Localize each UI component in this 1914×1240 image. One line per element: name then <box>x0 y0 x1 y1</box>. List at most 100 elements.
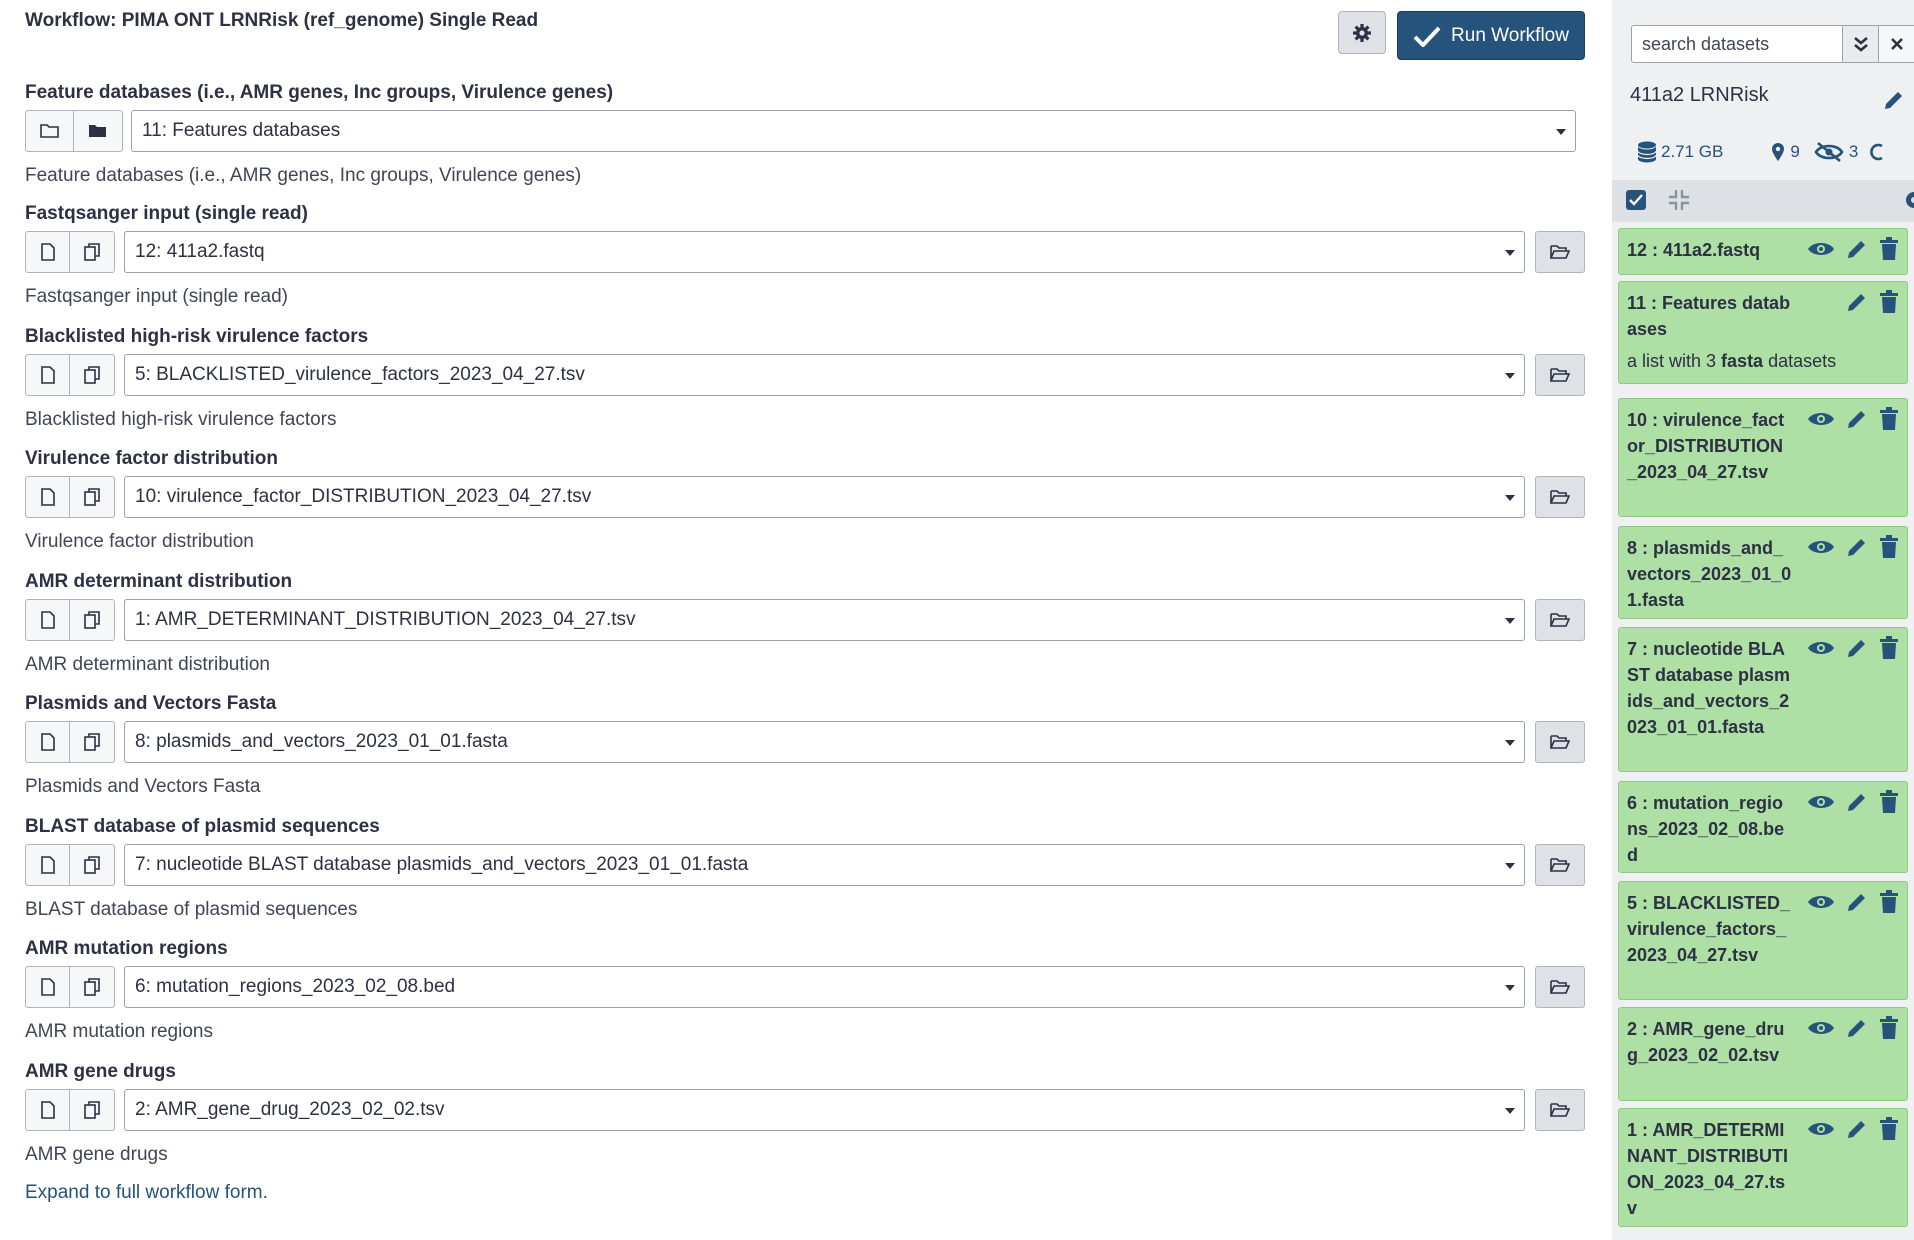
delete-dataset-button[interactable] <box>1879 1117 1899 1146</box>
dataset-select[interactable]: 5: BLACKLISTED_virulence_factors_2023_04… <box>124 354 1525 396</box>
multiple-datasets-button[interactable] <box>70 354 115 396</box>
single-dataset-button[interactable] <box>25 966 70 1008</box>
dataset-item[interactable]: 12 : 411a2.fastq <box>1618 228 1908 275</box>
workflow-input-mutation-regions: AMR mutation regions 6: mutation_regions… <box>0 937 1610 1060</box>
display-dataset-button[interactable] <box>1807 538 1835 561</box>
edit-dataset-button[interactable] <box>1845 1117 1869 1146</box>
folder-icon <box>89 125 106 137</box>
delete-dataset-button[interactable] <box>1879 1016 1899 1045</box>
edit-dataset-button[interactable] <box>1845 535 1869 564</box>
multiple-datasets-button[interactable] <box>70 231 115 273</box>
advanced-search-button[interactable] <box>1843 25 1879 63</box>
multiple-datasets-button[interactable] <box>70 966 115 1008</box>
browse-datasets-button[interactable] <box>1535 354 1585 396</box>
hidden-count[interactable]: 3 <box>1849 142 1858 162</box>
browse-datasets-button[interactable] <box>1535 844 1585 886</box>
dataset-title[interactable]: 1 : AMR_DETERMINANT_DISTRIBUTION_2023_04… <box>1627 1117 1792 1221</box>
edit-dataset-button[interactable] <box>1845 237 1869 266</box>
delete-dataset-button[interactable] <box>1879 237 1899 266</box>
display-dataset-button[interactable] <box>1807 240 1835 263</box>
delete-dataset-button[interactable] <box>1879 535 1899 564</box>
shown-count[interactable]: 9 <box>1790 142 1799 162</box>
single-dataset-button[interactable] <box>25 476 70 518</box>
dataset-item[interactable]: 5 : BLACKLISTED_virulence_factors_2023_0… <box>1618 881 1908 1000</box>
dataset-item[interactable]: 10 : virulence_factor_DISTRIBUTION_2023_… <box>1618 398 1908 517</box>
edit-dataset-button[interactable] <box>1845 1016 1869 1045</box>
browse-datasets-button[interactable] <box>1535 721 1585 763</box>
run-workflow-button[interactable]: Run Workflow <box>1397 11 1585 60</box>
dataset-select[interactable]: 7: nucleotide BLAST database plasmids_an… <box>124 844 1525 886</box>
single-dataset-button[interactable] <box>25 844 70 886</box>
expand-full-form-link[interactable]: Expand to full workflow form. <box>25 1182 268 1204</box>
multiple-datasets-button[interactable] <box>70 599 115 641</box>
clear-search-button[interactable] <box>1879 25 1914 63</box>
single-dataset-button[interactable] <box>25 354 70 396</box>
dataset-item[interactable]: 2 : AMR_gene_drug_2023_02_02.tsv <box>1618 1007 1908 1101</box>
dataset-title[interactable]: 5 : BLACKLISTED_virulence_factors_2023_0… <box>1627 890 1792 968</box>
dataset-item[interactable]: 6 : mutation_regions_2023_02_08.bed <box>1618 781 1908 873</box>
display-dataset-button[interactable] <box>1807 893 1835 916</box>
single-dataset-button[interactable] <box>25 599 70 641</box>
dataset-title[interactable]: 7 : nucleotide BLAST database plasmids_a… <box>1627 636 1792 740</box>
dataset-select[interactable]: 6: mutation_regions_2023_02_08.bed <box>124 966 1525 1008</box>
caret-down-icon <box>1505 618 1515 624</box>
display-dataset-button[interactable] <box>1807 639 1835 662</box>
display-dataset-button[interactable] <box>1807 1120 1835 1143</box>
browse-datasets-button[interactable] <box>1535 476 1585 518</box>
dataset-title[interactable]: 8 : plasmids_and_vectors_2023_01_01.fast… <box>1627 535 1792 613</box>
dataset-title[interactable]: 12 : 411a2.fastq <box>1627 237 1827 263</box>
dataset-collection-item[interactable]: 11 : Features databases a list with 3 fa… <box>1618 281 1908 384</box>
dataset-title[interactable]: 11 : Features databases <box>1627 290 1792 342</box>
dataset-select[interactable]: 2: AMR_gene_drug_2023_02_02.tsv <box>124 1089 1525 1131</box>
dataset-item[interactable]: 1 : AMR_DETERMINANT_DISTRIBUTION_2023_04… <box>1618 1108 1908 1227</box>
display-dataset-button[interactable] <box>1807 410 1835 433</box>
edit-dataset-button[interactable] <box>1845 636 1869 665</box>
dataset-actions <box>1807 407 1899 436</box>
dataset-title[interactable]: 6 : mutation_regions_2023_02_08.bed <box>1627 790 1792 868</box>
dataset-select[interactable]: 12: 411a2.fastq <box>124 231 1525 273</box>
browse-datasets-button[interactable] <box>1535 966 1585 1008</box>
delete-dataset-button[interactable] <box>1879 636 1899 665</box>
multiple-datasets-button[interactable] <box>70 721 115 763</box>
collapse-all-button[interactable] <box>1668 189 1690 216</box>
delete-dataset-button[interactable] <box>1879 407 1899 436</box>
browse-datasets-button[interactable] <box>1535 1089 1585 1131</box>
dataset-select[interactable]: 8: plasmids_and_vectors_2023_01_01.fasta <box>124 721 1525 763</box>
delete-dataset-button[interactable] <box>1879 890 1899 919</box>
dataset-actions <box>1807 890 1899 919</box>
dataset-title[interactable]: 10 : virulence_factor_DISTRIBUTION_2023_… <box>1627 407 1792 485</box>
dataset-select-value: 1: AMR_DETERMINANT_DISTRIBUTION_2023_04_… <box>135 609 636 630</box>
folder-open-button[interactable] <box>25 110 74 152</box>
edit-dataset-button[interactable] <box>1845 407 1869 436</box>
select-all-checkbox[interactable] <box>1626 190 1646 210</box>
multiple-datasets-button[interactable] <box>70 1089 115 1131</box>
edit-dataset-button[interactable] <box>1845 290 1869 319</box>
edit-history-button[interactable] <box>1882 88 1906 117</box>
multiple-datasets-button[interactable] <box>70 844 115 886</box>
input-label: BLAST database of plasmid sequences <box>25 816 380 837</box>
dataset-select[interactable]: 10: virulence_factor_DISTRIBUTION_2023_0… <box>124 476 1525 518</box>
browse-datasets-button[interactable] <box>1535 231 1585 273</box>
folder-button[interactable] <box>74 110 123 152</box>
delete-dataset-button[interactable] <box>1879 790 1899 819</box>
search-datasets-input[interactable] <box>1631 25 1843 63</box>
single-dataset-button[interactable] <box>25 721 70 763</box>
edit-dataset-button[interactable] <box>1845 790 1869 819</box>
eye-slash-icon <box>1814 141 1844 163</box>
browse-datasets-button[interactable] <box>1535 599 1585 641</box>
history-options-button[interactable] <box>1902 188 1914 217</box>
dataset-select[interactable]: 1: AMR_DETERMINANT_DISTRIBUTION_2023_04_… <box>124 599 1525 641</box>
dataset-title[interactable]: 2 : AMR_gene_drug_2023_02_02.tsv <box>1627 1016 1792 1068</box>
single-dataset-button[interactable] <box>25 1089 70 1131</box>
dataset-item[interactable]: 7 : nucleotide BLAST database plasmids_a… <box>1618 627 1908 772</box>
display-dataset-button[interactable] <box>1807 1019 1835 1042</box>
single-dataset-button[interactable] <box>25 231 70 273</box>
display-dataset-button[interactable] <box>1807 793 1835 816</box>
workflow-settings-button[interactable] <box>1338 11 1386 54</box>
dataset-select[interactable]: 11: Features databases <box>131 110 1576 152</box>
multiple-datasets-button[interactable] <box>70 476 115 518</box>
delete-dataset-button[interactable] <box>1879 290 1899 319</box>
edit-dataset-button[interactable] <box>1845 890 1869 919</box>
dataset-item[interactable]: 8 : plasmids_and_vectors_2023_01_01.fast… <box>1618 526 1908 619</box>
history-size[interactable]: 2.71 GB <box>1661 142 1723 162</box>
